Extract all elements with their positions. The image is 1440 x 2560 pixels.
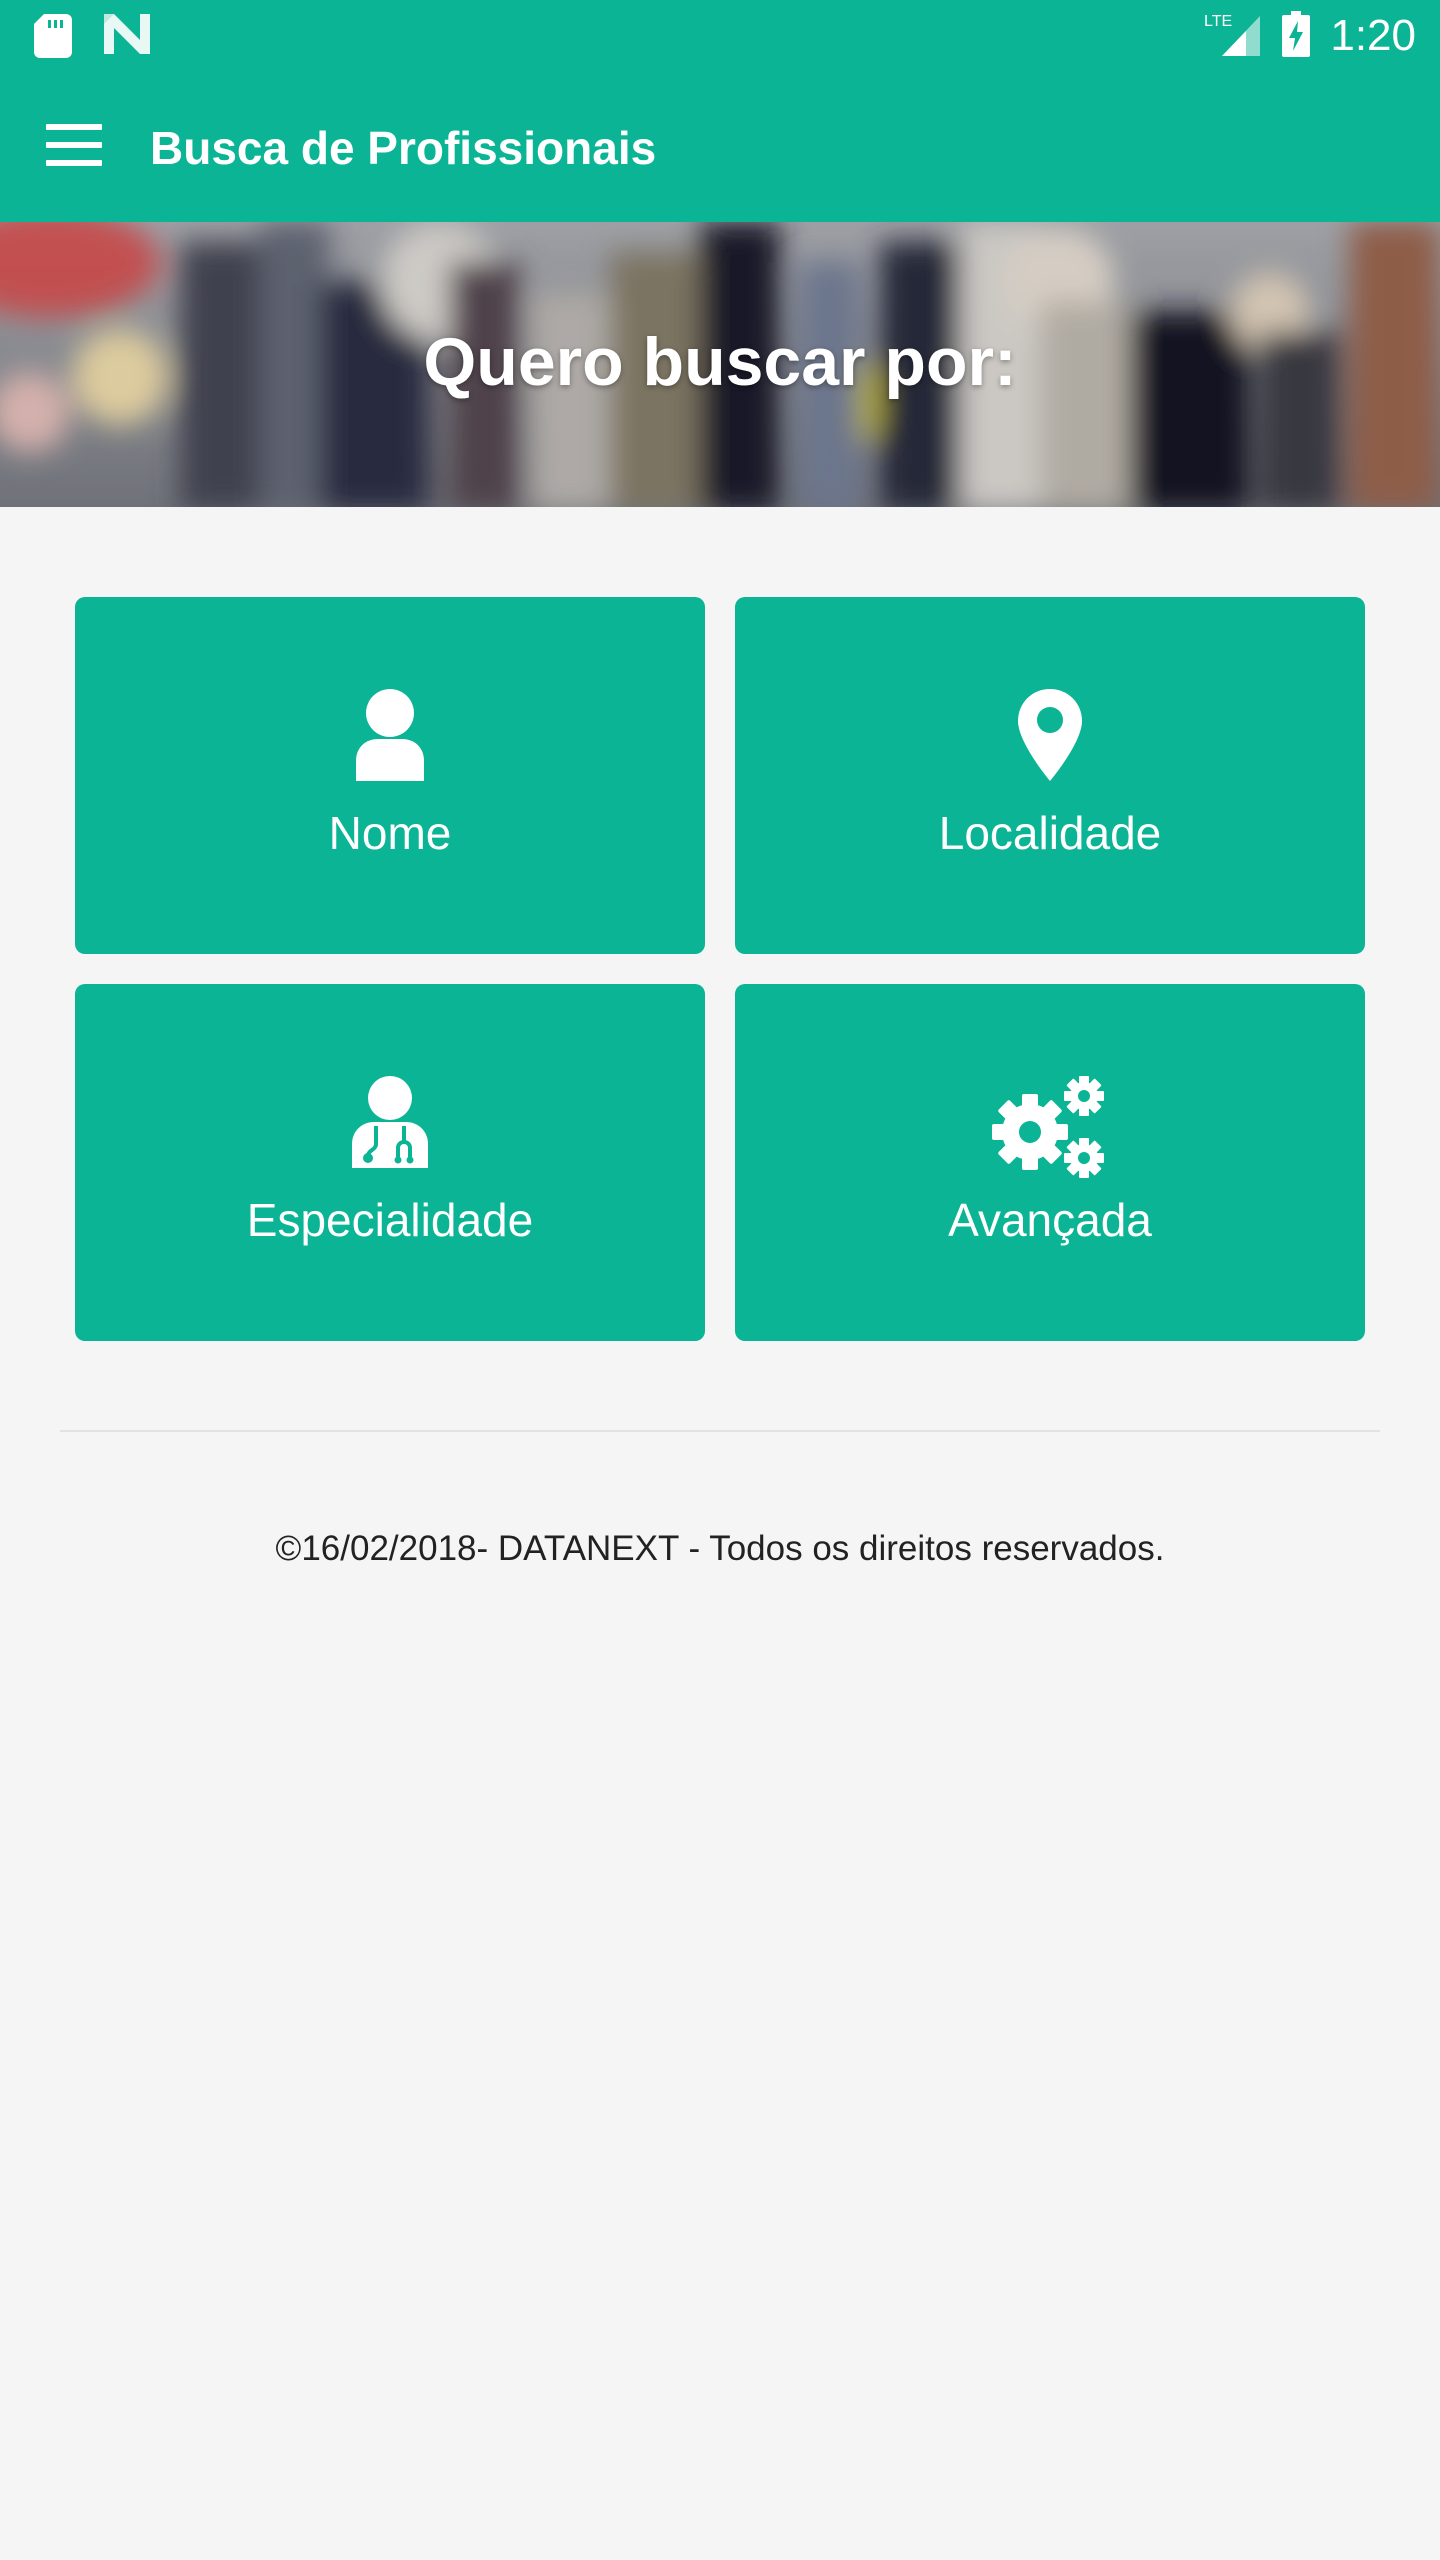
hero-banner: Quero buscar por: bbox=[0, 222, 1440, 507]
map-pin-icon bbox=[735, 689, 1365, 789]
footer-copyright: ©16/02/2018- DATANEXT - Todos os direito… bbox=[275, 1529, 1165, 1568]
advanced-search-button[interactable]: Avançada bbox=[735, 984, 1365, 1341]
clock: 1:20 bbox=[1330, 11, 1416, 60]
sd-card-icon bbox=[34, 14, 72, 63]
gears-icon bbox=[735, 1076, 1365, 1178]
tile-label-name: Nome bbox=[328, 807, 452, 859]
person-icon bbox=[75, 689, 705, 789]
doctor-icon bbox=[75, 1076, 705, 1176]
tile-label-specialty: Especialidade bbox=[246, 1194, 534, 1246]
battery-charging-icon bbox=[1282, 10, 1311, 62]
tile-label-advanced: Avançada bbox=[948, 1194, 1152, 1246]
search-by-location-button[interactable]: Localidade bbox=[735, 597, 1365, 954]
search-by-specialty-button[interactable]: Especialidade bbox=[75, 984, 705, 1341]
network-type-label: LTE bbox=[1204, 13, 1232, 30]
hamburger-menu-icon[interactable] bbox=[46, 124, 102, 166]
app-bar: Busca de Profissionais bbox=[0, 72, 1440, 222]
search-by-name-button[interactable]: Nome bbox=[75, 597, 705, 954]
app-title: Busca de Profissionais bbox=[150, 122, 657, 174]
status-bar: LTE 1:20 bbox=[0, 0, 1440, 72]
n-logo-icon bbox=[104, 14, 150, 63]
hero-title: Quero buscar por: bbox=[423, 324, 1017, 400]
signal-icon: LTE bbox=[1202, 10, 1262, 63]
tile-label-location: Localidade bbox=[938, 807, 1162, 859]
divider bbox=[60, 1430, 1380, 1432]
